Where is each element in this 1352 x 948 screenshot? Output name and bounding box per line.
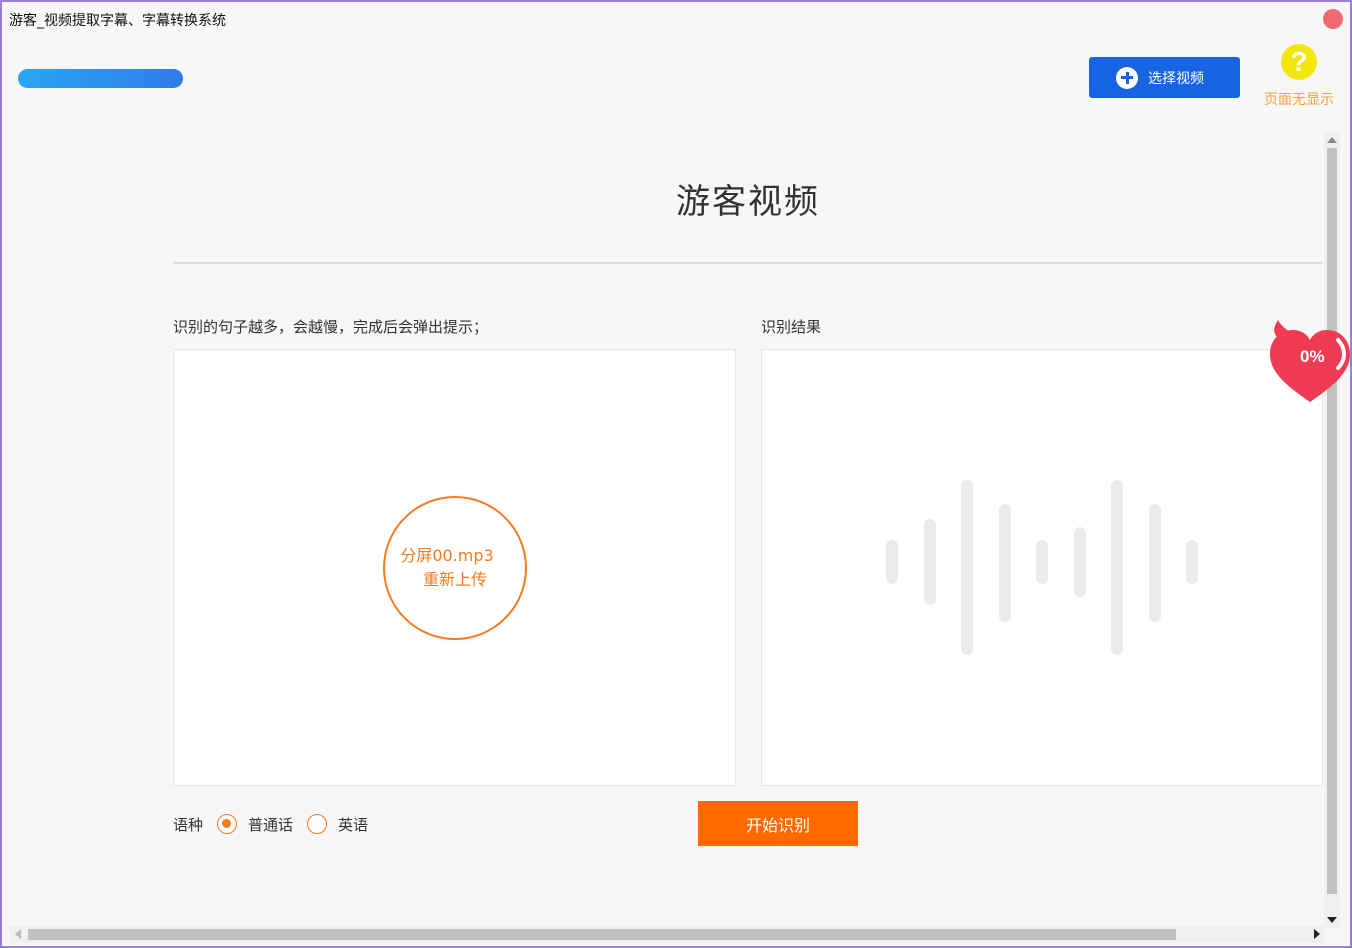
scroll-up-icon[interactable] [1327, 137, 1337, 143]
waveform-bar [961, 480, 973, 655]
language-selector: 语种 普通话 英语 [173, 813, 382, 835]
source-panel: 分屏00.mp3 重新上传 [173, 349, 736, 786]
vertical-scroll-thumb[interactable] [1327, 148, 1337, 894]
result-panel [761, 349, 1323, 786]
horizontal-scrollbar[interactable] [10, 926, 1324, 943]
radio-english-label[interactable]: 英语 [338, 814, 368, 835]
close-button[interactable] [1323, 9, 1343, 29]
select-video-button[interactable]: 选择视频 [1089, 57, 1240, 98]
reupload-label: 重新上传 [422, 570, 487, 589]
title-divider [173, 262, 1323, 264]
page-title: 游客视频 [676, 182, 820, 222]
vertical-scrollbar[interactable] [1324, 132, 1340, 928]
radio-mandarin-label[interactable]: 普通话 [248, 814, 293, 835]
horizontal-scroll-thumb[interactable] [28, 929, 1176, 940]
window-title: 游客_视频提取字幕、字幕转换系统 [9, 13, 226, 29]
question-icon: ? [1281, 44, 1317, 80]
waveform-bar [999, 504, 1011, 622]
waveform-bar [886, 540, 898, 584]
result-label: 识别结果 [761, 318, 822, 336]
waveform-bar [1036, 540, 1048, 584]
upload-filename: 分屏00.mp3 [400, 546, 494, 565]
waveform-bar [924, 519, 936, 605]
waveform-bar [1186, 540, 1198, 584]
percent-badge: 0% [1300, 347, 1325, 366]
heart-badge[interactable]: 0% [1268, 318, 1352, 406]
scroll-down-icon[interactable] [1327, 917, 1337, 923]
source-hint: 识别的句子越多，会越慢，完成后会弹出提示； [173, 318, 489, 336]
scroll-right-icon[interactable] [1314, 929, 1320, 939]
waveform-bar [1111, 480, 1123, 655]
waveform-bar [1074, 527, 1086, 597]
reupload-button[interactable]: 分屏00.mp3 重新上传 [383, 496, 527, 640]
language-label: 语种 [173, 815, 204, 834]
help-link[interactable]: ? 页面无显示 [1258, 44, 1340, 114]
plus-circle-icon [1116, 66, 1138, 89]
radio-mandarin[interactable] [217, 814, 238, 834]
waveform-bar [1149, 504, 1161, 622]
select-video-label: 选择视频 [1148, 70, 1204, 87]
radio-english[interactable] [307, 814, 328, 834]
help-label: 页面无显示 [1264, 92, 1334, 108]
scroll-left-icon[interactable] [15, 929, 21, 939]
progress-bar [18, 69, 183, 88]
start-recognition-button[interactable]: 开始识别 [698, 801, 858, 846]
